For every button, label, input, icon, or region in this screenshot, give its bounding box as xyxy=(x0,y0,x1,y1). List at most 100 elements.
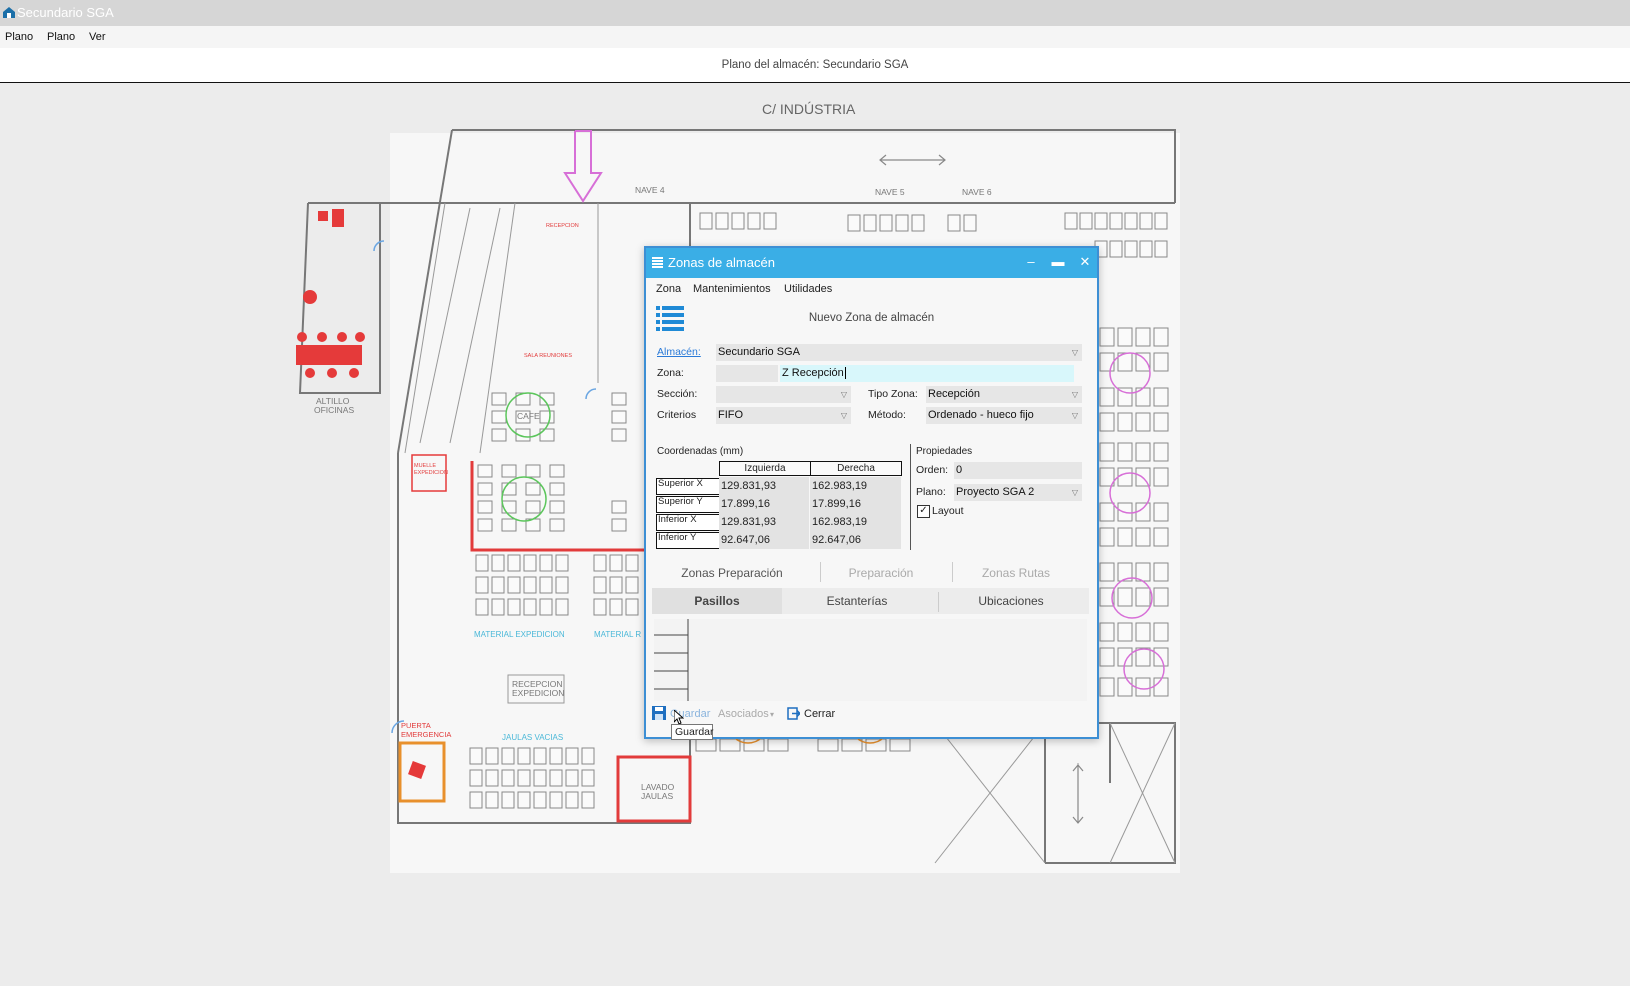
label-muelle: MUELLE xyxy=(414,463,436,469)
menu-plano-2[interactable]: Plano xyxy=(47,31,75,43)
plan-title: Plano del almacén: Secundario SGA xyxy=(721,59,909,71)
tipo-zona-label: Tipo Zona: xyxy=(868,388,918,400)
label-nave6: NAVE 6 xyxy=(962,187,992,197)
maximize-icon[interactable]: ▬ xyxy=(1050,254,1066,270)
filter-dropdown-icon: ▽ xyxy=(1071,411,1078,420)
exit-icon[interactable] xyxy=(787,707,800,720)
app-title: Secundario SGA xyxy=(17,5,114,20)
grid-row-headers xyxy=(654,619,689,701)
filter-dropdown-icon: ▽ xyxy=(1071,390,1078,399)
almacen-value: Secundario SGA xyxy=(718,346,800,358)
dialog-titlebar[interactable]: Zonas de almacén – ▬ ✕ xyxy=(646,248,1097,278)
guardar-tooltip: Guardar xyxy=(671,724,714,740)
label-recepcion-red: RECEPCION xyxy=(546,223,579,229)
section-divider xyxy=(910,444,911,550)
row-label-inferior-y: Inferior Y xyxy=(656,532,719,549)
seccion-label: Sección: xyxy=(657,388,698,400)
menu-utilidades[interactable]: Utilidades xyxy=(784,283,832,295)
app-titlebar: Secundario SGA xyxy=(0,0,1630,26)
tab-estanterias[interactable]: Estanterías xyxy=(786,594,928,608)
criterios-select[interactable]: FIFO ▽ xyxy=(716,407,851,424)
menu-zona[interactable]: Zona xyxy=(656,283,681,295)
tipo-zona-select[interactable]: Recepción ▽ xyxy=(926,386,1082,403)
cell-superior-y-derecha[interactable]: 17.899,16 xyxy=(810,495,901,513)
label-sala-reuniones: SALA REUNIONES xyxy=(524,353,572,359)
plano-value: Proyecto SGA 2 xyxy=(956,486,1035,498)
zona-name-input[interactable]: Z Recepción xyxy=(780,365,1074,382)
zona-label: Zona: xyxy=(657,367,684,379)
save-icon[interactable] xyxy=(652,706,666,720)
zona-code-input[interactable] xyxy=(716,365,778,382)
label-oficinas: OFICINAS xyxy=(314,405,354,415)
label-street: C/ INDÚSTRIA xyxy=(762,101,856,117)
cell-inferior-x-derecha[interactable]: 162.983,19 xyxy=(810,513,901,531)
column-header-derecha: Derecha xyxy=(810,461,902,476)
criterios-value: FIFO xyxy=(718,409,744,421)
tab-ubicaciones[interactable]: Ubicaciones xyxy=(940,594,1082,608)
plan-header: Plano del almacén: Secundario SGA xyxy=(0,48,1630,83)
cerrar-button[interactable]: Cerrar xyxy=(804,708,835,720)
text-caret xyxy=(844,367,846,380)
plano-select[interactable]: Proyecto SGA 2 ▽ xyxy=(954,484,1082,501)
metodo-value: Ordenado - hueco fijo xyxy=(928,409,1034,421)
tab-zonas-preparacion[interactable]: Zonas Preparación xyxy=(662,566,802,580)
metodo-select[interactable]: Ordenado - hueco fijo ▽ xyxy=(926,407,1082,424)
coordenadas-title: Coordenadas (mm) xyxy=(657,446,744,457)
label-muelle-expedicion: EXPEDICION xyxy=(414,470,448,476)
orden-input[interactable]: 0 xyxy=(954,462,1082,479)
orden-label: Orden: xyxy=(916,464,949,476)
cell-superior-x-derecha[interactable]: 162.983,19 xyxy=(810,477,901,495)
label-jaulas: JAULAS xyxy=(641,791,673,801)
seccion-select[interactable]: ▽ xyxy=(716,386,851,403)
minimize-icon[interactable]: – xyxy=(1023,254,1039,270)
criterios-label: Criterios xyxy=(657,409,697,421)
cell-inferior-x-izquierda[interactable]: 129.831,93 xyxy=(719,513,809,531)
layout-label: Layout xyxy=(932,505,964,517)
cell-superior-x-izquierda[interactable]: 129.831,93 xyxy=(719,477,809,495)
filter-dropdown-icon: ▽ xyxy=(1071,348,1078,357)
cell-inferior-y-izquierda[interactable]: 92.647,06 xyxy=(719,531,809,549)
pasillos-grid[interactable] xyxy=(654,619,1087,701)
cell-inferior-y-derecha[interactable]: 92.647,06 xyxy=(810,531,901,549)
menu-plano-1[interactable]: Plano xyxy=(5,31,33,43)
label-jaulas-vacias: JAULAS VACIAS xyxy=(502,733,563,742)
label-cafe: CAFE xyxy=(517,411,540,421)
almacen-link[interactable]: Almacén: xyxy=(657,346,701,358)
filter-dropdown-icon: ▽ xyxy=(840,411,847,420)
app-icon xyxy=(3,7,15,18)
tab-divider xyxy=(820,562,821,582)
tab-zonas-rutas[interactable]: Zonas Rutas xyxy=(951,566,1081,580)
row-label-superior-y: Superior Y xyxy=(656,496,719,513)
filter-dropdown-icon: ▽ xyxy=(1071,488,1078,497)
tab-preparacion[interactable]: Preparación xyxy=(816,566,946,580)
label-puerta: PUERTA xyxy=(401,721,431,730)
asociados-button[interactable]: Asociados xyxy=(718,708,769,720)
mouse-cursor-icon xyxy=(674,710,684,725)
close-icon[interactable]: ✕ xyxy=(1077,254,1093,270)
tab-divider xyxy=(938,592,939,612)
menu-ver[interactable]: Ver xyxy=(89,31,106,43)
label-nave4: NAVE 4 xyxy=(635,185,665,195)
label-nave5: NAVE 5 xyxy=(875,187,905,197)
chevron-down-icon[interactable]: ▾ xyxy=(770,710,774,719)
almacen-select[interactable]: Secundario SGA ▽ xyxy=(716,344,1082,361)
label-expedicion: EXPEDICION xyxy=(512,688,564,698)
orden-value: 0 xyxy=(956,464,963,476)
menu-mantenimientos[interactable]: Mantenimientos xyxy=(693,283,771,295)
plano-label: Plano: xyxy=(916,486,946,498)
label-material-expedicion: MATERIAL EXPEDICION xyxy=(474,630,565,639)
column-header-izquierda: Izquierda xyxy=(719,461,811,476)
tab-pasillos[interactable]: Pasillos xyxy=(652,594,782,608)
metodo-label: Método: xyxy=(868,409,906,421)
filter-dropdown-icon: ▽ xyxy=(840,390,847,399)
propiedades-title: Propiedades xyxy=(916,446,973,457)
row-label-superior-x: Superior X xyxy=(656,478,719,495)
cell-superior-y-izquierda[interactable]: 17.899,16 xyxy=(719,495,809,513)
zona-name-value: Z Recepción xyxy=(782,367,844,379)
label-emergencia: EMERGENCIA xyxy=(401,730,451,739)
layout-checkbox[interactable]: ✓ xyxy=(917,505,930,518)
label-material-r: MATERIAL R xyxy=(594,630,641,639)
menubar: Plano Plano Ver xyxy=(0,26,1630,48)
dialog-title: Zonas de almacén xyxy=(668,255,775,270)
tipo-zona-value: Recepción xyxy=(928,388,980,400)
